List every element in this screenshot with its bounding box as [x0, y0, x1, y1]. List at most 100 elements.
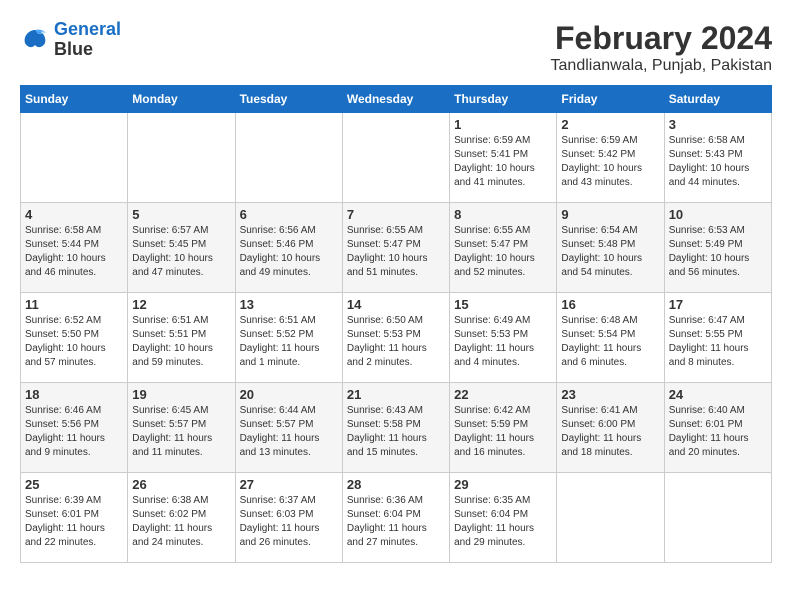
day-detail: Sunrise: 6:39 AM Sunset: 6:01 PM Dayligh… — [25, 494, 123, 550]
column-header-thursday: Thursday — [450, 86, 557, 113]
day-number: 11 — [25, 297, 123, 312]
day-number: 4 — [25, 207, 123, 222]
page-header: GeneralBlue February 2024 Tandlianwala, … — [20, 20, 772, 75]
day-number: 29 — [454, 477, 552, 492]
title-block: February 2024 Tandlianwala, Punjab, Paki… — [551, 20, 772, 75]
day-detail: Sunrise: 6:41 AM Sunset: 6:00 PM Dayligh… — [561, 404, 659, 460]
day-number: 8 — [454, 207, 552, 222]
day-number: 7 — [347, 207, 445, 222]
calendar-cell — [21, 113, 128, 203]
calendar-cell: 13 Sunrise: 6:51 AM Sunset: 5:52 PM Dayli… — [235, 293, 342, 383]
day-number: 2 — [561, 117, 659, 132]
day-number: 20 — [240, 387, 338, 402]
calendar-cell: 2 Sunrise: 6:59 AM Sunset: 5:42 PM Daylig… — [557, 113, 664, 203]
calendar-cell: 8 Sunrise: 6:55 AM Sunset: 5:47 PM Daylig… — [450, 203, 557, 293]
calendar-cell: 20 Sunrise: 6:44 AM Sunset: 5:57 PM Dayli… — [235, 383, 342, 473]
day-number: 25 — [25, 477, 123, 492]
calendar-cell: 23 Sunrise: 6:41 AM Sunset: 6:00 PM Dayli… — [557, 383, 664, 473]
calendar-cell: 22 Sunrise: 6:42 AM Sunset: 5:59 PM Dayli… — [450, 383, 557, 473]
day-number: 17 — [669, 297, 767, 312]
day-number: 28 — [347, 477, 445, 492]
logo-text: GeneralBlue — [54, 20, 121, 60]
day-number: 5 — [132, 207, 230, 222]
calendar-cell: 25 Sunrise: 6:39 AM Sunset: 6:01 PM Dayli… — [21, 473, 128, 563]
calendar-cell — [342, 113, 449, 203]
calendar-cell: 3 Sunrise: 6:58 AM Sunset: 5:43 PM Daylig… — [664, 113, 771, 203]
calendar-header-row: SundayMondayTuesdayWednesdayThursdayFrid… — [21, 86, 772, 113]
day-number: 15 — [454, 297, 552, 312]
day-number: 13 — [240, 297, 338, 312]
day-number: 16 — [561, 297, 659, 312]
calendar-cell: 17Sunrise: 6:47 AM Sunset: 5:55 PM Dayli… — [664, 293, 771, 383]
calendar-week-row: 1 Sunrise: 6:59 AM Sunset: 5:41 PM Daylig… — [21, 113, 772, 203]
day-number: 6 — [240, 207, 338, 222]
calendar-cell: 29 Sunrise: 6:35 AM Sunset: 6:04 PM Dayli… — [450, 473, 557, 563]
calendar-cell: 27Sunrise: 6:37 AM Sunset: 6:03 PM Dayli… — [235, 473, 342, 563]
day-detail: Sunrise: 6:40 AM Sunset: 6:01 PM Dayligh… — [669, 404, 767, 460]
column-header-monday: Monday — [128, 86, 235, 113]
calendar-table: SundayMondayTuesdayWednesdayThursdayFrid… — [20, 85, 772, 563]
location-subtitle: Tandlianwala, Punjab, Pakistan — [551, 57, 772, 75]
day-number: 24 — [669, 387, 767, 402]
calendar-cell — [128, 113, 235, 203]
day-detail: Sunrise: 6:59 AM Sunset: 5:41 PM Dayligh… — [454, 134, 552, 190]
column-header-friday: Friday — [557, 86, 664, 113]
calendar-cell: 12 Sunrise: 6:51 AM Sunset: 5:51 PM Dayli… — [128, 293, 235, 383]
calendar-cell: 5 Sunrise: 6:57 AM Sunset: 5:45 PM Daylig… — [128, 203, 235, 293]
calendar-cell: 28 Sunrise: 6:36 AM Sunset: 6:04 PM Dayli… — [342, 473, 449, 563]
calendar-cell: 14Sunrise: 6:50 AM Sunset: 5:53 PM Dayli… — [342, 293, 449, 383]
day-detail: Sunrise: 6:51 AM Sunset: 5:52 PM Dayligh… — [240, 314, 338, 370]
day-detail: Sunrise: 6:50 AM Sunset: 5:53 PM Dayligh… — [347, 314, 445, 370]
calendar-cell: 24 Sunrise: 6:40 AM Sunset: 6:01 PM Dayli… — [664, 383, 771, 473]
day-detail: Sunrise: 6:54 AM Sunset: 5:48 PM Dayligh… — [561, 224, 659, 280]
day-detail: Sunrise: 6:57 AM Sunset: 5:45 PM Dayligh… — [132, 224, 230, 280]
day-number: 9 — [561, 207, 659, 222]
day-detail: Sunrise: 6:35 AM Sunset: 6:04 PM Dayligh… — [454, 494, 552, 550]
calendar-cell: 16 Sunrise: 6:48 AM Sunset: 5:54 PM Dayli… — [557, 293, 664, 383]
calendar-cell — [235, 113, 342, 203]
day-number: 23 — [561, 387, 659, 402]
calendar-cell: 7Sunrise: 6:55 AM Sunset: 5:47 PM Daylig… — [342, 203, 449, 293]
day-detail: Sunrise: 6:44 AM Sunset: 5:57 PM Dayligh… — [240, 404, 338, 460]
day-detail: Sunrise: 6:43 AM Sunset: 5:58 PM Dayligh… — [347, 404, 445, 460]
day-detail: Sunrise: 6:59 AM Sunset: 5:42 PM Dayligh… — [561, 134, 659, 190]
day-detail: Sunrise: 6:48 AM Sunset: 5:54 PM Dayligh… — [561, 314, 659, 370]
day-detail: Sunrise: 6:56 AM Sunset: 5:46 PM Dayligh… — [240, 224, 338, 280]
day-detail: Sunrise: 6:38 AM Sunset: 6:02 PM Dayligh… — [132, 494, 230, 550]
day-number: 3 — [669, 117, 767, 132]
day-number: 12 — [132, 297, 230, 312]
calendar-week-row: 18Sunrise: 6:46 AM Sunset: 5:56 PM Dayli… — [21, 383, 772, 473]
day-number: 19 — [132, 387, 230, 402]
column-header-saturday: Saturday — [664, 86, 771, 113]
calendar-cell: 11Sunrise: 6:52 AM Sunset: 5:50 PM Dayli… — [21, 293, 128, 383]
day-number: 22 — [454, 387, 552, 402]
column-header-tuesday: Tuesday — [235, 86, 342, 113]
day-detail: Sunrise: 6:49 AM Sunset: 5:53 PM Dayligh… — [454, 314, 552, 370]
day-number: 26 — [132, 477, 230, 492]
day-detail: Sunrise: 6:36 AM Sunset: 6:04 PM Dayligh… — [347, 494, 445, 550]
calendar-cell: 10 Sunrise: 6:53 AM Sunset: 5:49 PM Dayli… — [664, 203, 771, 293]
calendar-cell — [557, 473, 664, 563]
day-detail: Sunrise: 6:58 AM Sunset: 5:43 PM Dayligh… — [669, 134, 767, 190]
day-number: 21 — [347, 387, 445, 402]
day-detail: Sunrise: 6:42 AM Sunset: 5:59 PM Dayligh… — [454, 404, 552, 460]
logo: GeneralBlue — [20, 20, 121, 60]
day-detail: Sunrise: 6:45 AM Sunset: 5:57 PM Dayligh… — [132, 404, 230, 460]
calendar-week-row: 25 Sunrise: 6:39 AM Sunset: 6:01 PM Dayli… — [21, 473, 772, 563]
calendar-cell: 18Sunrise: 6:46 AM Sunset: 5:56 PM Dayli… — [21, 383, 128, 473]
calendar-cell: 15 Sunrise: 6:49 AM Sunset: 5:53 PM Dayli… — [450, 293, 557, 383]
calendar-cell: 6 Sunrise: 6:56 AM Sunset: 5:46 PM Daylig… — [235, 203, 342, 293]
day-detail: Sunrise: 6:46 AM Sunset: 5:56 PM Dayligh… — [25, 404, 123, 460]
calendar-cell: 9 Sunrise: 6:54 AM Sunset: 5:48 PM Daylig… — [557, 203, 664, 293]
day-detail: Sunrise: 6:53 AM Sunset: 5:49 PM Dayligh… — [669, 224, 767, 280]
month-year-title: February 2024 — [551, 20, 772, 57]
day-detail: Sunrise: 6:55 AM Sunset: 5:47 PM Dayligh… — [454, 224, 552, 280]
logo-icon — [20, 25, 50, 55]
day-number: 1 — [454, 117, 552, 132]
day-detail: Sunrise: 6:51 AM Sunset: 5:51 PM Dayligh… — [132, 314, 230, 370]
calendar-week-row: 4Sunrise: 6:58 AM Sunset: 5:44 PM Daylig… — [21, 203, 772, 293]
day-number: 10 — [669, 207, 767, 222]
column-header-wednesday: Wednesday — [342, 86, 449, 113]
calendar-week-row: 11Sunrise: 6:52 AM Sunset: 5:50 PM Dayli… — [21, 293, 772, 383]
calendar-cell: 21 Sunrise: 6:43 AM Sunset: 5:58 PM Dayli… — [342, 383, 449, 473]
